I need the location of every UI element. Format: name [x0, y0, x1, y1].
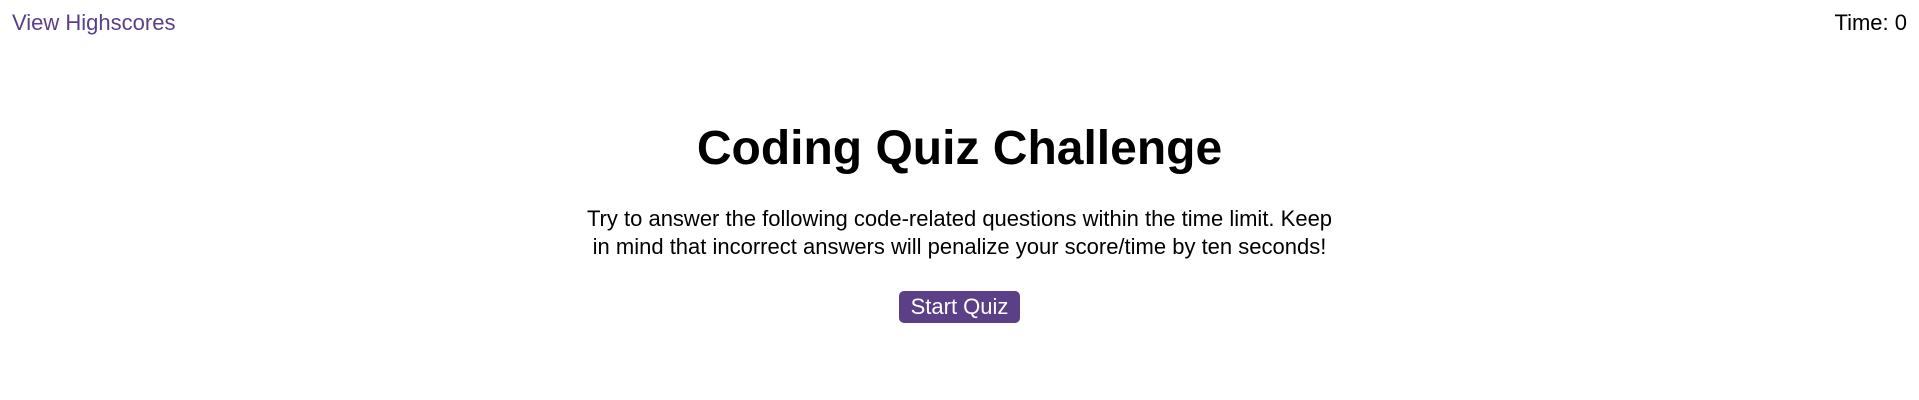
timer-display: Time: 0 — [1834, 10, 1907, 35]
view-highscores-link[interactable]: View Highscores — [12, 9, 175, 37]
start-quiz-button[interactable]: Start Quiz — [898, 291, 1021, 323]
page-title: Coding Quiz Challenge — [696, 122, 1223, 175]
quiz-page: View Highscores Time: 0 Coding Quiz Chal… — [0, 0, 1919, 400]
top-bar: View Highscores Time: 0 — [0, 0, 1919, 48]
intro-section: Coding Quiz Challenge Try to answer the … — [0, 118, 1919, 323]
intro-text: Try to answer the following code-related… — [586, 206, 1333, 259]
